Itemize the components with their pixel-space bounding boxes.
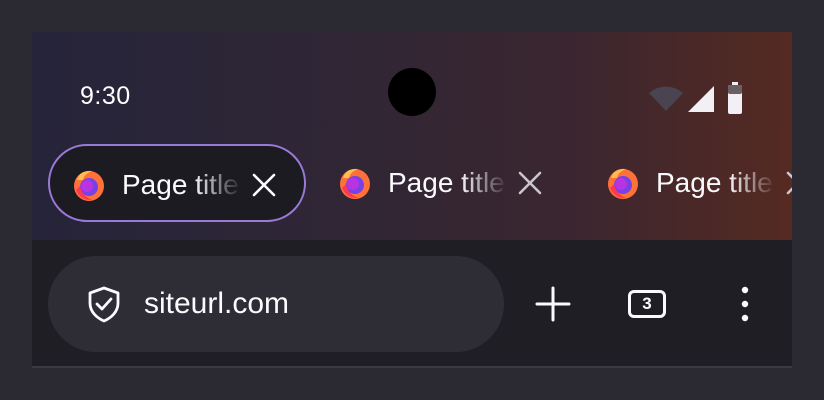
browser-window: 9:30 Page title Page title Page title si… [32, 32, 792, 368]
browser-toolbar: siteurl.com 3 [32, 240, 792, 368]
cell-signal-icon [688, 86, 714, 112]
url-text[interactable]: siteurl.com [144, 284, 289, 324]
tab-1[interactable]: Page title [48, 144, 306, 222]
plus-icon[interactable] [529, 280, 577, 328]
tab-counter-icon[interactable]: 3 [628, 290, 666, 318]
kebab-menu-icon[interactable] [721, 280, 769, 328]
header-gradient: 9:30 Page title Page title Page title [32, 32, 792, 240]
close-icon[interactable] [516, 169, 544, 197]
shield-icon[interactable] [84, 284, 124, 324]
close-icon[interactable] [250, 171, 278, 199]
tab-3[interactable]: Page title [584, 144, 792, 222]
status-clock: 9:30 [80, 82, 131, 110]
tab-strip: Page title Page title Page title [32, 144, 792, 224]
battery-icon [728, 82, 742, 114]
status-icons [648, 82, 748, 116]
firefox-icon [340, 168, 370, 199]
status-bar: 9:30 [32, 32, 792, 136]
tab-title: Page title [122, 169, 239, 200]
close-icon[interactable] [784, 169, 792, 197]
tab-title: Page title [656, 167, 773, 198]
wifi-icon [649, 86, 683, 111]
firefox-icon [608, 168, 638, 199]
tab-title: Page title [388, 167, 505, 198]
camera-cutout [388, 68, 436, 116]
url-bar[interactable]: siteurl.com [48, 256, 504, 352]
firefox-icon [74, 170, 104, 201]
tab-2[interactable]: Page title [316, 144, 574, 222]
